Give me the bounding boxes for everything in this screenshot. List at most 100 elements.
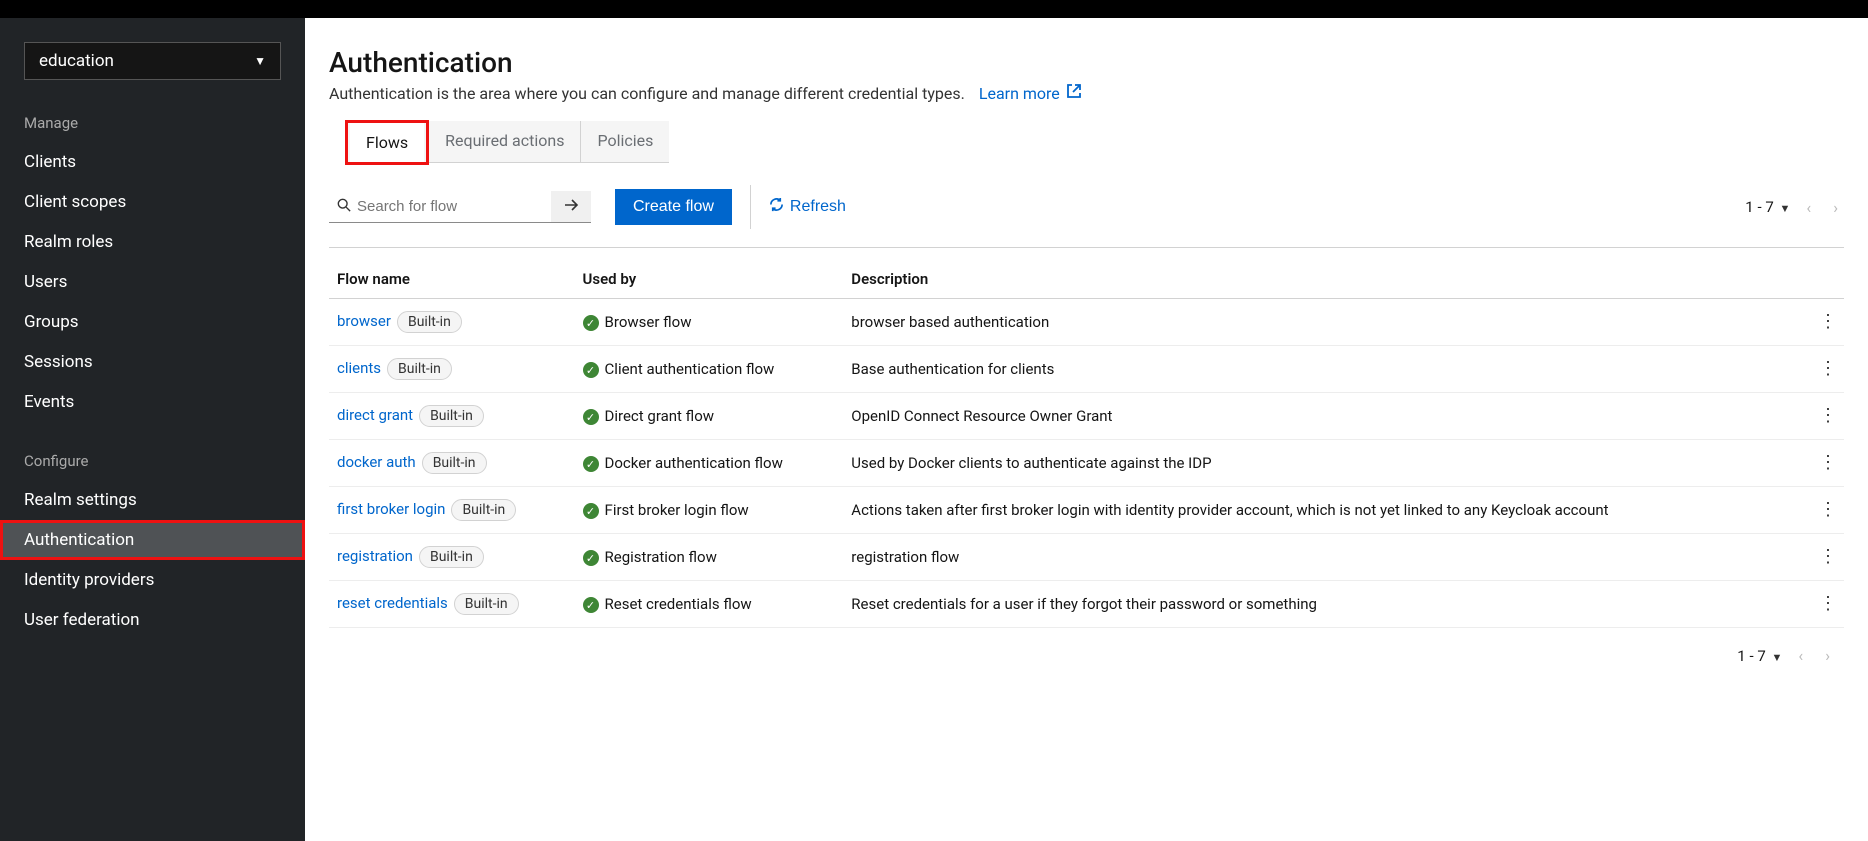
builtin-badge: Built-in — [422, 452, 487, 474]
col-used-by: Used by — [575, 260, 844, 299]
pager-prev-bottom[interactable]: ‹ — [1792, 646, 1809, 665]
row-actions-button[interactable]: ⋮ — [1804, 487, 1844, 534]
tab-rest: Required actions Policies — [429, 121, 669, 163]
sidebar-item[interactable]: User federation — [0, 600, 305, 640]
main-content: Authentication Authentication is the are… — [305, 18, 1868, 841]
pager-range-bottom: 1 - 7 ▼ — [1737, 647, 1782, 665]
table-row: docker authBuilt-in✓Docker authenticatio… — [329, 440, 1844, 487]
description-text: browser based authentication — [843, 299, 1804, 346]
used-by-text: Browser flow — [605, 313, 692, 331]
sidebar-item[interactable]: Clients — [0, 142, 305, 182]
realm-selector[interactable]: education ▼ — [24, 42, 281, 80]
check-circle-icon: ✓ — [583, 362, 599, 378]
caret-down-icon[interactable]: ▼ — [1779, 202, 1790, 215]
sidebar-item[interactable]: Events — [0, 382, 305, 422]
sidebar-item[interactable]: Realm settings — [0, 480, 305, 520]
top-bar — [0, 0, 1868, 18]
row-actions-button[interactable]: ⋮ — [1804, 581, 1844, 628]
builtin-badge: Built-in — [419, 405, 484, 427]
description-text: registration flow — [843, 534, 1804, 581]
sidebar-item[interactable]: Authentication — [0, 520, 305, 560]
row-actions-button[interactable]: ⋮ — [1804, 299, 1844, 346]
table-row: browser Built-in ✓ Browser flow browser base… — [329, 299, 1844, 346]
builtin-badge: Built-in — [451, 499, 516, 521]
used-by-text: Registration flow — [605, 548, 717, 566]
table-row: registration Built-in ✓ Registration flow re… — [329, 534, 1844, 581]
arrow-right-icon — [563, 197, 579, 216]
learn-more-link[interactable]: Learn more — [979, 84, 1082, 103]
tab-required-actions[interactable]: Required actions — [429, 121, 581, 162]
tab-policies[interactable]: Policies — [581, 121, 669, 162]
external-link-icon — [1066, 83, 1082, 103]
tabs: Flows Required actions Policies — [335, 121, 1844, 163]
row-actions-button[interactable]: ⋮ — [1804, 393, 1844, 440]
row-actions-button[interactable]: ⋮ — [1804, 346, 1844, 393]
description-text: OpenID Connect Resource Owner Grant — [843, 393, 1804, 440]
sidebar-item[interactable]: Identity providers — [0, 560, 305, 600]
flow-link[interactable]: docker auth — [337, 453, 416, 471]
pager-range: 1 - 7 ▼ — [1745, 198, 1790, 216]
builtin-badge: Built-in — [397, 311, 462, 333]
check-circle-icon: ✓ — [583, 315, 599, 331]
search-wrap — [329, 191, 591, 223]
builtin-badge: Built-in — [454, 593, 519, 615]
caret-down-icon[interactable]: ▼ — [1771, 651, 1782, 664]
kebab-icon: ⋮ — [1819, 593, 1836, 614]
tab-flows[interactable]: Flows — [350, 123, 424, 162]
flow-link[interactable]: clients — [337, 359, 381, 377]
tab-flows-highlight: Flows — [345, 120, 429, 165]
table-row: reset credentials Built-in ✓ Reset credenti… — [329, 581, 1844, 628]
sidebar: education ▼ Manage ClientsClient scopesR… — [0, 18, 305, 841]
sidebar-item[interactable]: Groups — [0, 302, 305, 342]
page-description: Authentication is the area where you can… — [329, 83, 1844, 103]
toolbar: Create flow Refresh 1 - 7 ▼ ‹ › — [329, 181, 1844, 248]
table-row: first broker loginBuilt-in✓First broker … — [329, 487, 1844, 534]
pager-next[interactable]: › — [1827, 198, 1844, 217]
builtin-badge: Built-in — [387, 358, 452, 380]
kebab-icon: ⋮ — [1819, 405, 1836, 426]
refresh-icon — [769, 197, 784, 217]
used-by-text: Direct grant flow — [605, 407, 715, 425]
sidebar-item[interactable]: Sessions — [0, 342, 305, 382]
row-actions-button[interactable]: ⋮ — [1804, 534, 1844, 581]
row-actions-button[interactable]: ⋮ — [1804, 440, 1844, 487]
realm-selector-value: education — [39, 51, 114, 71]
divider — [750, 185, 751, 229]
caret-down-icon: ▼ — [254, 54, 266, 68]
check-circle-icon: ✓ — [583, 456, 599, 472]
sidebar-item[interactable]: Client scopes — [0, 182, 305, 222]
flow-link[interactable]: first broker login — [337, 500, 445, 518]
create-flow-button[interactable]: Create flow — [615, 189, 732, 225]
search-input[interactable] — [357, 198, 556, 215]
flow-link[interactable]: registration — [337, 547, 413, 565]
search-box — [329, 191, 551, 223]
search-submit-button[interactable] — [551, 191, 591, 223]
sidebar-item[interactable]: Realm roles — [0, 222, 305, 262]
used-by-text: Client authentication flow — [605, 360, 775, 378]
col-flow-name: Flow name — [329, 260, 575, 299]
flow-link[interactable]: browser — [337, 312, 391, 330]
kebab-icon: ⋮ — [1819, 311, 1836, 332]
check-circle-icon: ✓ — [583, 550, 599, 566]
builtin-badge: Built-in — [419, 546, 484, 568]
flows-table: Flow name Used by Description browserBui… — [329, 260, 1844, 628]
check-circle-icon: ✓ — [583, 503, 599, 519]
check-circle-icon: ✓ — [583, 597, 599, 613]
used-by-text: Reset credentials flow — [605, 595, 752, 613]
flow-link[interactable]: direct grant — [337, 406, 413, 424]
pager-prev[interactable]: ‹ — [1800, 198, 1817, 217]
sidebar-group-configure: Configure — [0, 442, 305, 480]
table-row: direct grant Built-in ✓ Direct grant flow Op… — [329, 393, 1844, 440]
sidebar-item[interactable]: Users — [0, 262, 305, 302]
page-title: Authentication — [329, 46, 1844, 79]
search-icon — [337, 197, 351, 216]
flow-link[interactable]: reset credentials — [337, 594, 448, 612]
pager-next-bottom[interactable]: › — [1819, 646, 1836, 665]
check-circle-icon: ✓ — [583, 409, 599, 425]
pager-top: 1 - 7 ▼ ‹ › — [1745, 198, 1844, 217]
pager-bottom: 1 - 7 ▼ ‹ › — [1737, 646, 1836, 665]
description-text: Base authentication for clients — [843, 346, 1804, 393]
kebab-icon: ⋮ — [1819, 499, 1836, 520]
description-text: Reset credentials for a user if they for… — [843, 581, 1804, 628]
refresh-button[interactable]: Refresh — [769, 197, 846, 217]
